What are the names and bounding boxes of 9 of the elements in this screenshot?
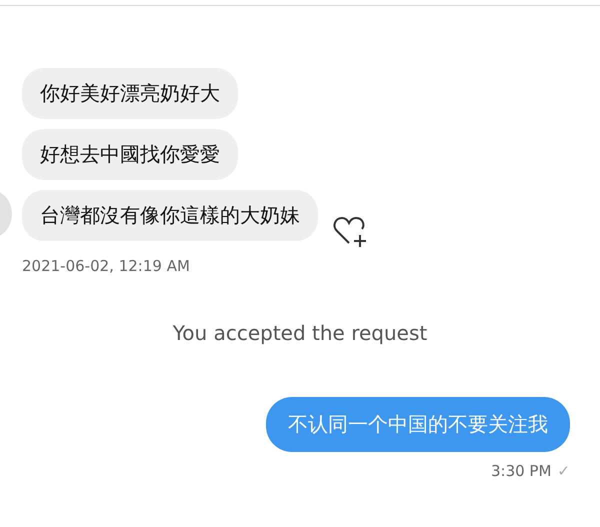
heart-plus-icon[interactable] [332, 215, 368, 249]
message-timestamp: 2021-06-02, 12:19 AM [22, 257, 191, 275]
message-bubble: 你好美好漂亮奶好大 [22, 68, 238, 119]
message-bubble: 台灣都沒有像你這樣的大奶妹 [22, 190, 318, 241]
system-notice: You accepted the request [172, 321, 428, 345]
sent-status: ✓ [557, 462, 570, 480]
message-bubble: 不认同一个中国的不要关注我 [266, 397, 570, 452]
message-timestamp: 3:30 PM [490, 462, 552, 480]
message-bubble: 好想去中國找你愛愛 [22, 129, 238, 180]
